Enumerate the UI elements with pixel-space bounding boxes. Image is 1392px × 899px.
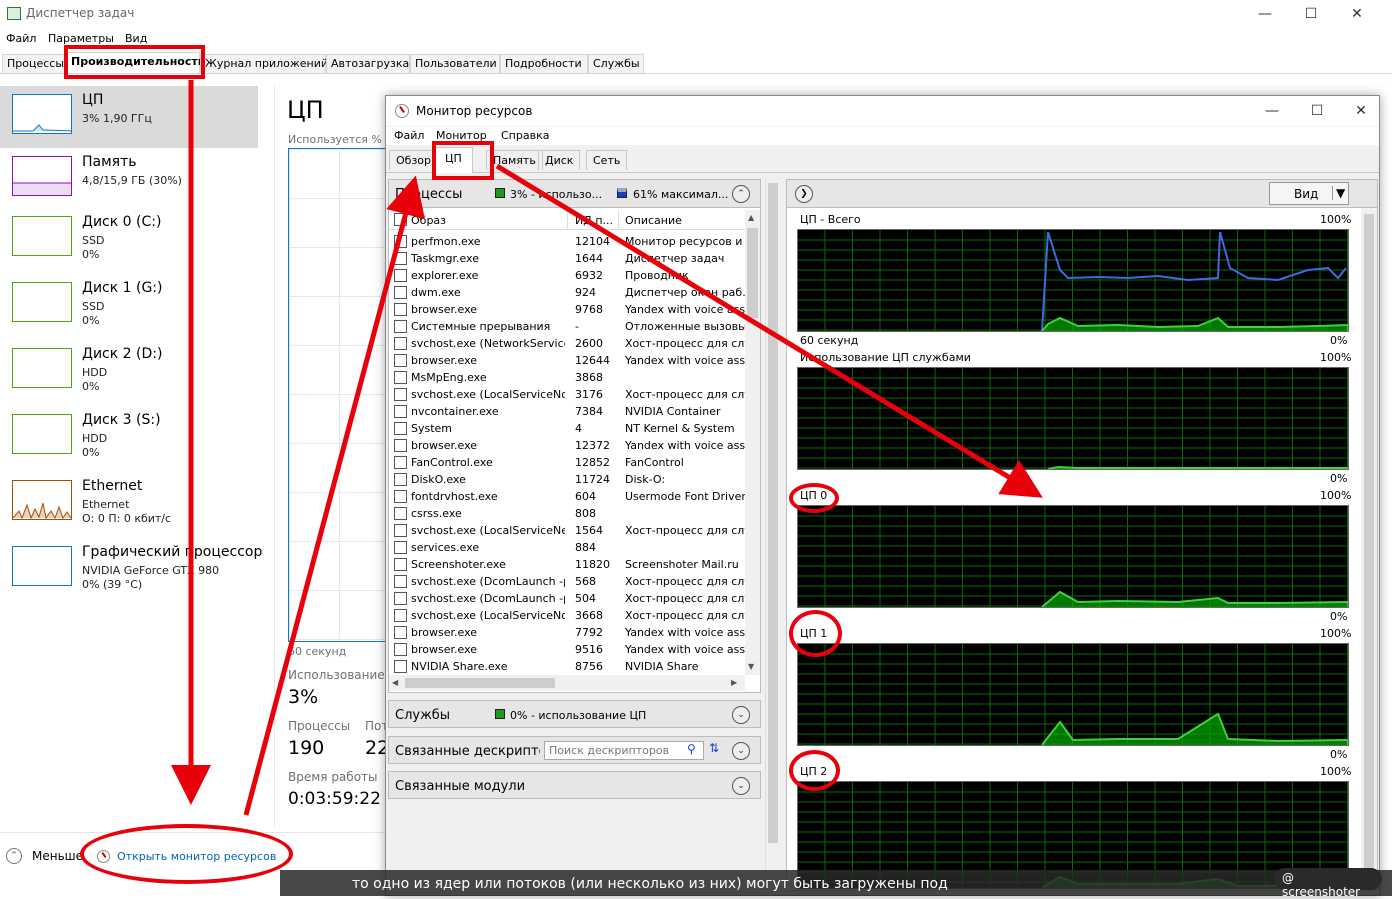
annotation-arrows: [171, 80, 1043, 816]
arrow-up: [243, 175, 425, 816]
arrow-right: [495, 163, 1043, 498]
